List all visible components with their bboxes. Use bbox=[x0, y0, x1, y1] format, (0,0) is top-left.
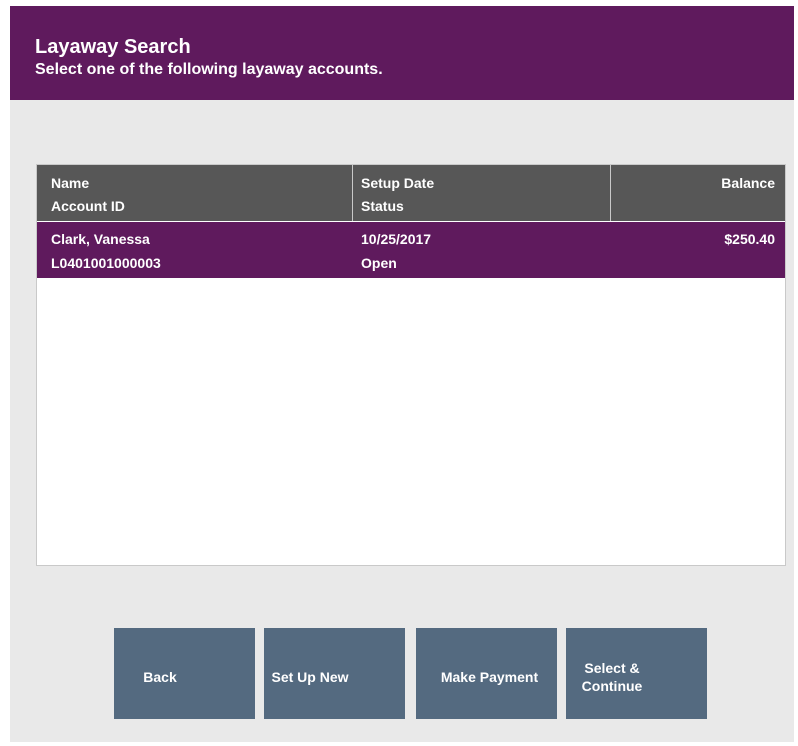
select-continue-button[interactable]: Select & Continue bbox=[566, 628, 707, 719]
make-payment-button-label: Make Payment bbox=[440, 668, 539, 685]
back-button-label: Back bbox=[143, 668, 177, 685]
row-status: Open bbox=[361, 255, 397, 271]
page-title: Layaway Search bbox=[35, 36, 191, 58]
column-label-name: Name bbox=[51, 175, 90, 191]
column-label-balance: Balance bbox=[721, 175, 775, 191]
layaway-search-screen: Layaway Search Select one of the followi… bbox=[10, 6, 794, 742]
back-button[interactable]: Back bbox=[114, 628, 255, 719]
column-header-name: Name Account ID bbox=[37, 165, 353, 221]
column-label-setup-date: Setup Date bbox=[361, 175, 435, 191]
column-header-setup-date: Setup Date Status bbox=[353, 165, 611, 221]
set-up-new-button[interactable]: Set Up New bbox=[264, 628, 405, 719]
set-up-new-button-label: Set Up New bbox=[271, 668, 349, 685]
table-row[interactable]: Clark, Vanessa L0401001000003 10/25/2017… bbox=[37, 222, 785, 278]
make-payment-button[interactable]: Make Payment bbox=[416, 628, 557, 719]
column-header-balance: Balance bbox=[611, 165, 785, 221]
header-bar: Layaway Search Select one of the followi… bbox=[10, 6, 794, 100]
column-label-account-id: Account ID bbox=[51, 198, 125, 214]
page-subtitle: Select one of the following layaway acco… bbox=[35, 61, 383, 78]
row-balance: $250.40 bbox=[724, 231, 775, 247]
row-account-id: L0401001000003 bbox=[51, 255, 161, 271]
table-header: Name Account ID Setup Date Status Balanc… bbox=[37, 165, 785, 221]
layaway-accounts-table: Name Account ID Setup Date Status Balanc… bbox=[36, 164, 786, 566]
column-label-status: Status bbox=[361, 198, 404, 214]
row-setup-date: 10/25/2017 bbox=[361, 231, 432, 247]
row-name: Clark, Vanessa bbox=[51, 231, 150, 247]
select-continue-button-label: Select & Continue bbox=[581, 659, 643, 694]
